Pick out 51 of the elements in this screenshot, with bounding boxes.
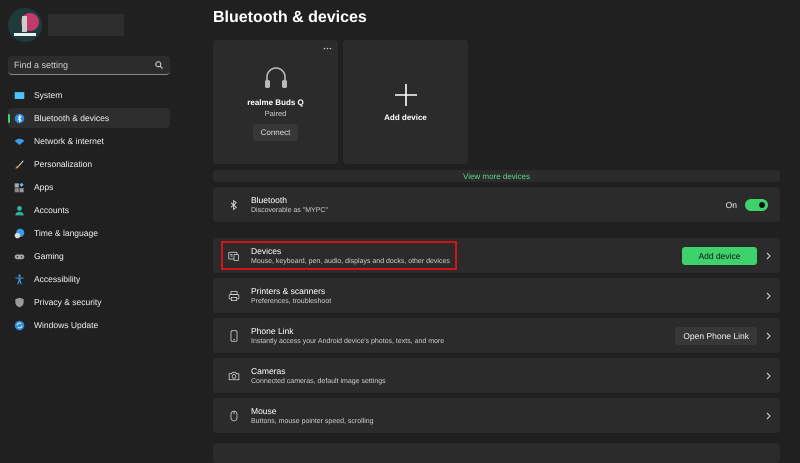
printer-icon [228,290,240,302]
page-title: Bluetooth & devices [213,8,368,28]
search-icon [155,61,163,69]
device-name: realme Buds Q [247,98,304,106]
bluetooth-icon [228,198,240,210]
sidebar-item[interactable]: Bluetooth & devices [8,108,170,128]
card-label: Add device [384,112,427,122]
add-device-card[interactable]: Add device [343,40,468,164]
update-icon [14,320,25,330]
plus-icon [394,82,418,106]
connect-button[interactable]: Connect [252,124,298,140]
apps-icon [14,182,25,192]
chevron-right-icon [765,372,772,380]
bluetooth-icon [14,112,25,124]
row-title: Printers & scanners [251,286,326,296]
row-button[interactable]: Add device [682,246,757,264]
sidebar-item[interactable]: Windows Update [8,315,170,335]
sidebar-item[interactable]: Accessibility [8,269,170,289]
devices-icon [228,250,240,262]
row-title: Cameras [251,366,286,376]
globe-clock-icon [14,228,25,238]
system-icon [14,90,25,100]
toggle-switch[interactable] [745,198,768,210]
more-icon [323,47,332,50]
sidebar-item[interactable]: Apps [8,177,170,197]
chevron-right-icon [765,292,772,300]
row-button[interactable]: Open Phone Link [675,326,757,344]
chevron-right-icon [765,252,772,260]
sidebar-item[interactable]: Network & internet [8,131,170,151]
sidebar-item[interactable]: Gaming [8,246,170,266]
sidebar-item[interactable]: System [8,85,170,105]
sidebar-item[interactable]: Accounts [8,200,170,220]
toggle-label: On [726,200,737,210]
chevron-right-icon [765,332,772,340]
person-icon [14,204,25,216]
sidebar-item[interactable]: Personalization [8,154,170,174]
row-title: Bluetooth [251,195,288,205]
sidebar-item[interactable]: Privacy & security [8,292,170,312]
chevron-right-icon [765,412,772,420]
view-more-link[interactable]: View more devices [463,172,530,180]
mouse-icon [228,410,240,422]
row-title: Mouse [251,406,278,416]
shield-icon [14,296,25,308]
search-field[interactable]: Find a setting [8,56,170,75]
row-title: Phone Link [251,326,295,336]
accessibility-icon [14,274,25,284]
phone-icon [228,330,240,342]
brush-icon [14,158,25,170]
camera-icon [228,370,240,382]
sidebar-item[interactable]: Time & language [8,223,170,243]
row-title: Devices [251,246,282,256]
